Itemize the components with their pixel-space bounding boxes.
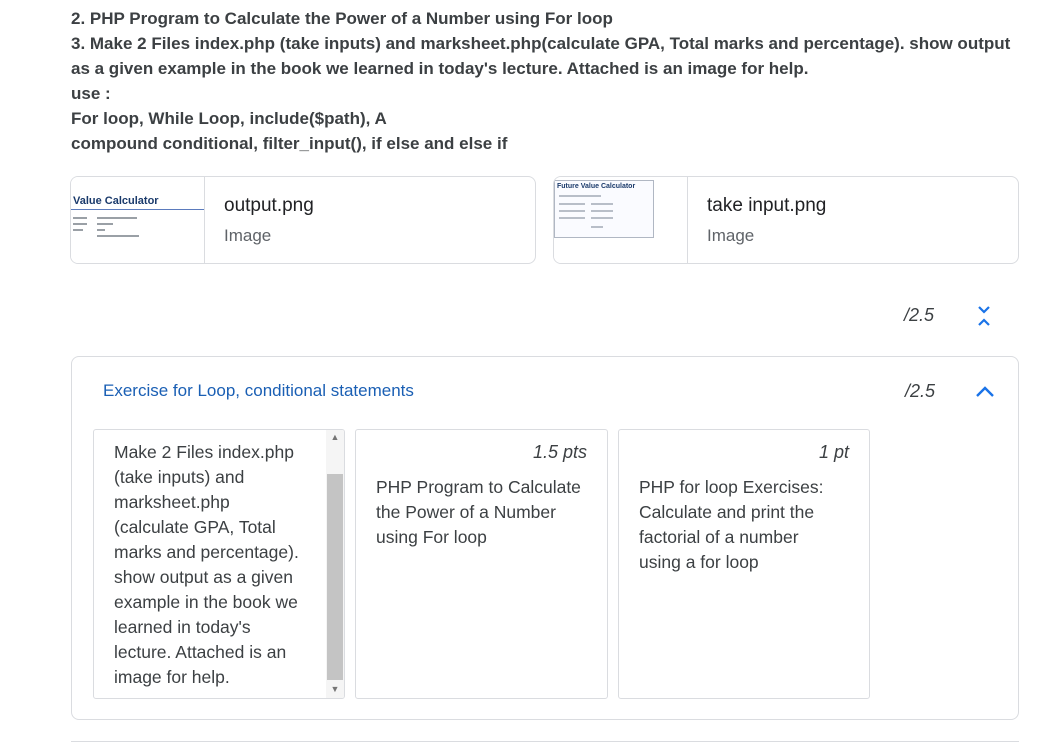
- attachment-output-png[interactable]: Value Calculator output.png Image: [70, 176, 536, 264]
- rubric-criterion: 1.5 pts PHP Program to Calculate the Pow…: [355, 429, 608, 699]
- instruction-line: as a given example in the book we learne…: [71, 59, 809, 78]
- instruction-line: For loop, While Loop, include($path), A: [71, 109, 387, 128]
- thumbnail-title: Future Value Calculator: [557, 183, 636, 190]
- chevron-up-icon[interactable]: [974, 383, 996, 404]
- scrollbar[interactable]: ▲ ▼: [326, 430, 344, 698]
- instruction-line: 2. PHP Program to Calculate the Power of…: [71, 9, 613, 28]
- rubric-criterion: 1 pt PHP for loop Exercises: Calculate a…: [618, 429, 870, 699]
- instruction-line: 3. Make 2 Files index.php (take inputs) …: [71, 34, 1011, 53]
- criterion-description: Make 2 Files index.php (take inputs) and…: [114, 442, 299, 687]
- attachment-name[interactable]: take input.png: [707, 195, 826, 217]
- attachment-thumbnail: Value Calculator: [71, 177, 205, 263]
- rubric-card: Exercise for Loop, conditional statement…: [71, 356, 1019, 720]
- criterion-points: 1.5 pts: [532, 442, 587, 462]
- attachment-type: Image: [707, 226, 755, 245]
- criterion-points: 1 pt: [818, 442, 849, 462]
- criterion-description: PHP Program to Calculate the Power of a …: [376, 477, 581, 547]
- chevron-up-icon[interactable]: ▲: [326, 432, 344, 442]
- instruction-line: use :: [71, 84, 111, 103]
- attachment-type: Image: [224, 226, 272, 245]
- chevron-down-icon[interactable]: ▼: [326, 684, 344, 694]
- attachment-name[interactable]: output.png: [224, 195, 314, 217]
- scrollbar-thumb[interactable]: [327, 474, 343, 680]
- unfold-icon[interactable]: [975, 304, 993, 333]
- rubric-title[interactable]: Exercise for Loop, conditional statement…: [103, 381, 414, 401]
- instruction-line: compound conditional, filter_input(), if…: [71, 134, 508, 153]
- thumbnail-title: Value Calculator: [73, 195, 159, 207]
- assignment-instructions: 2. PHP Program to Calculate the Power of…: [71, 6, 1031, 156]
- rubric-criterion: Make 2 Files index.php (take inputs) and…: [93, 429, 345, 699]
- attachment-take-input-png[interactable]: Future Value Calculator take input.png I…: [553, 176, 1019, 264]
- attachment-thumbnail: Future Value Calculator: [554, 177, 688, 263]
- divider: [71, 741, 1019, 742]
- total-score: /2.5: [904, 305, 935, 325]
- criterion-description: PHP for loop Exercises: Calculate and pr…: [639, 477, 824, 572]
- rubric-score: /2.5: [905, 381, 936, 401]
